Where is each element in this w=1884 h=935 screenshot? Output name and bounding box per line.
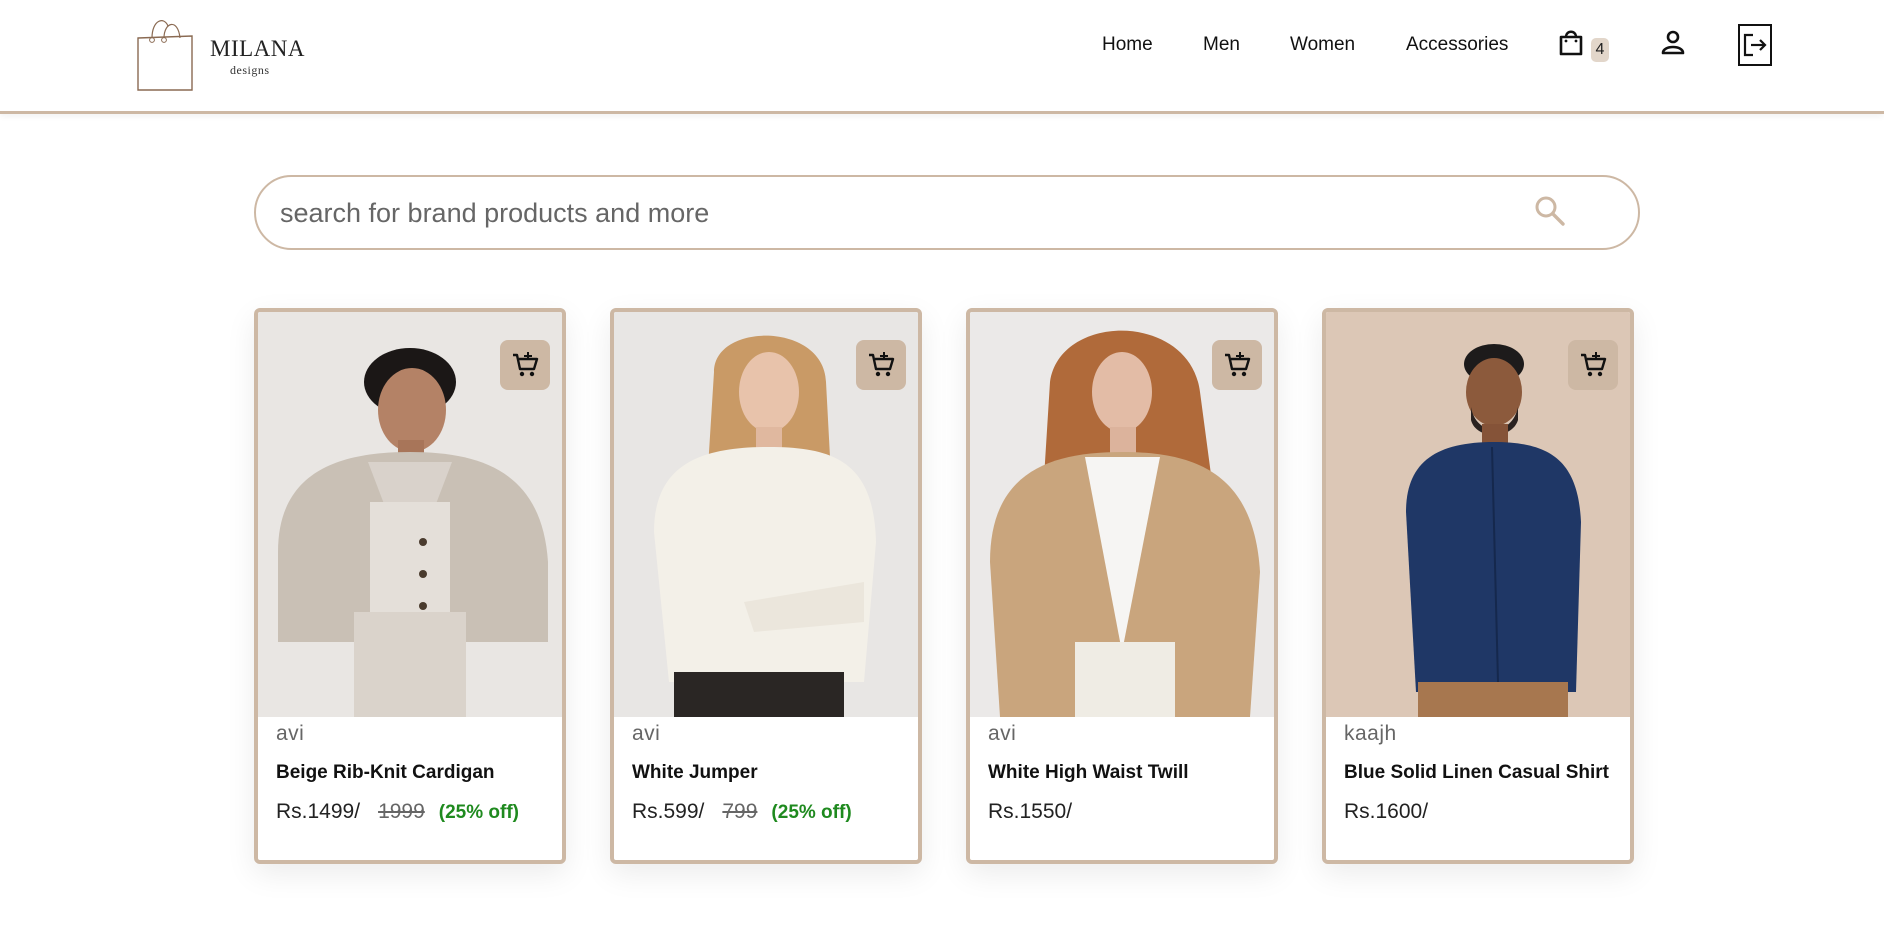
header: MILANA designs Home Men Women Accessorie… bbox=[0, 0, 1884, 114]
search-bar bbox=[254, 175, 1640, 250]
add-to-cart-icon bbox=[1581, 352, 1607, 377]
add-to-cart-icon bbox=[869, 352, 895, 377]
logout-icon bbox=[1743, 33, 1767, 57]
original-price: 1999 bbox=[378, 800, 425, 823]
nav-women[interactable]: Women bbox=[1290, 34, 1355, 56]
product-brand: kaajh bbox=[1344, 722, 1397, 745]
product-title[interactable]: Blue Solid Linen Casual Shirt bbox=[1344, 762, 1609, 784]
product-title[interactable]: White Jumper bbox=[632, 762, 758, 784]
add-to-cart-button[interactable] bbox=[1212, 340, 1262, 390]
price-row: Rs.1600/ bbox=[1344, 800, 1428, 824]
logo[interactable]: MILANA designs bbox=[134, 12, 305, 94]
product-price: Rs.1600/ bbox=[1344, 800, 1429, 823]
user-icon[interactable] bbox=[1660, 29, 1686, 55]
discount-label: (25% off) bbox=[771, 802, 852, 823]
nav-men[interactable]: Men bbox=[1203, 34, 1240, 56]
add-to-cart-button[interactable] bbox=[500, 340, 550, 390]
original-price: 799 bbox=[722, 800, 758, 823]
product-brand: avi bbox=[276, 722, 305, 745]
product-card[interactable]: avi White Jumper Rs.599/ 799 (25% off) bbox=[610, 308, 922, 864]
price-row: Rs.1499/ 1999 (25% off) bbox=[276, 800, 519, 824]
product-title[interactable]: White High Waist Twill bbox=[988, 762, 1189, 784]
product-card[interactable]: avi White High Waist Twill Rs.1550/ bbox=[966, 308, 1278, 864]
product-price: Rs.1550/ bbox=[988, 800, 1073, 823]
price-row: Rs.1550/ bbox=[988, 800, 1072, 824]
search-icon[interactable] bbox=[1532, 193, 1568, 229]
add-to-cart-icon bbox=[513, 352, 539, 377]
product-price: Rs.599/ bbox=[632, 800, 705, 823]
logo-name: MILANA bbox=[210, 36, 305, 61]
product-price: Rs.1499/ bbox=[276, 800, 361, 823]
add-to-cart-button[interactable] bbox=[856, 340, 906, 390]
add-to-cart-icon bbox=[1225, 352, 1251, 377]
nav-accessories[interactable]: Accessories bbox=[1406, 34, 1508, 56]
product-card[interactable]: kaajh Blue Solid Linen Casual Shirt Rs.1… bbox=[1322, 308, 1634, 864]
shopping-bag-icon[interactable] bbox=[1558, 28, 1584, 56]
price-row: Rs.599/ 799 (25% off) bbox=[632, 800, 852, 824]
nav-home[interactable]: Home bbox=[1102, 34, 1153, 56]
add-to-cart-button[interactable] bbox=[1568, 340, 1618, 390]
shopping-bag-logo-icon bbox=[137, 20, 193, 91]
product-title[interactable]: Beige Rib-Knit Cardigan bbox=[276, 762, 495, 784]
logout-button[interactable] bbox=[1738, 24, 1772, 66]
product-brand: avi bbox=[988, 722, 1017, 745]
product-card[interactable]: avi Beige Rib-Knit Cardigan Rs.1499/ 199… bbox=[254, 308, 566, 864]
search-input[interactable] bbox=[280, 193, 1480, 233]
logo-subtitle: designs bbox=[230, 63, 270, 77]
cart-count-badge: 4 bbox=[1591, 38, 1609, 62]
discount-label: (25% off) bbox=[438, 802, 520, 823]
product-brand: avi bbox=[632, 722, 661, 745]
